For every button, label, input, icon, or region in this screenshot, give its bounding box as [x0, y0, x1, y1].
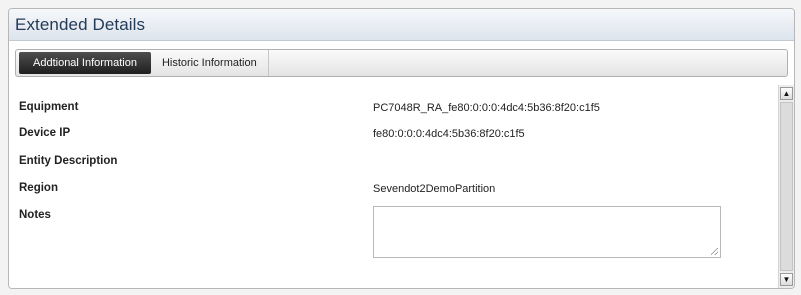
- equipment-label: Equipment: [19, 101, 79, 113]
- tab-label: Addtional Information: [33, 57, 137, 69]
- device-ip-value: fe80:0:0:0:4dc4:5b36:8f20:c1f5: [373, 128, 525, 140]
- scrollbar-track[interactable]: [780, 102, 793, 271]
- resize-grip-icon[interactable]: [711, 248, 718, 255]
- details-content: Equipment PC7048R_RA_fe80:0:0:0:4dc4:5b3…: [9, 85, 778, 288]
- tab-label: Historic Information: [161, 57, 257, 69]
- notes-textarea[interactable]: [373, 206, 721, 258]
- arrow-up-icon[interactable]: ▲: [780, 87, 793, 100]
- notes-label: Notes: [19, 209, 51, 221]
- tab-bar: Addtional Information Historic Informati…: [15, 49, 788, 77]
- region-value: Sevendot2DemoPartition: [373, 183, 496, 195]
- region-label: Region: [19, 182, 58, 194]
- arrow-down-icon[interactable]: ▼: [780, 273, 793, 286]
- tab-historic-information[interactable]: Historic Information: [151, 50, 269, 76]
- equipment-value: PC7048R_RA_fe80:0:0:0:4dc4:5b36:8f20:c1f…: [373, 102, 600, 114]
- panel-header: Extended Details: [9, 9, 794, 41]
- vertical-scrollbar[interactable]: ▲ ▼: [778, 85, 794, 288]
- device-ip-label: Device IP: [19, 127, 71, 139]
- extended-details-panel: Extended Details Addtional Information H…: [8, 8, 795, 289]
- entity-description-label: Entity Description: [19, 155, 118, 167]
- panel-title: Extended Details: [15, 15, 146, 34]
- tab-additional-information[interactable]: Addtional Information: [19, 52, 151, 74]
